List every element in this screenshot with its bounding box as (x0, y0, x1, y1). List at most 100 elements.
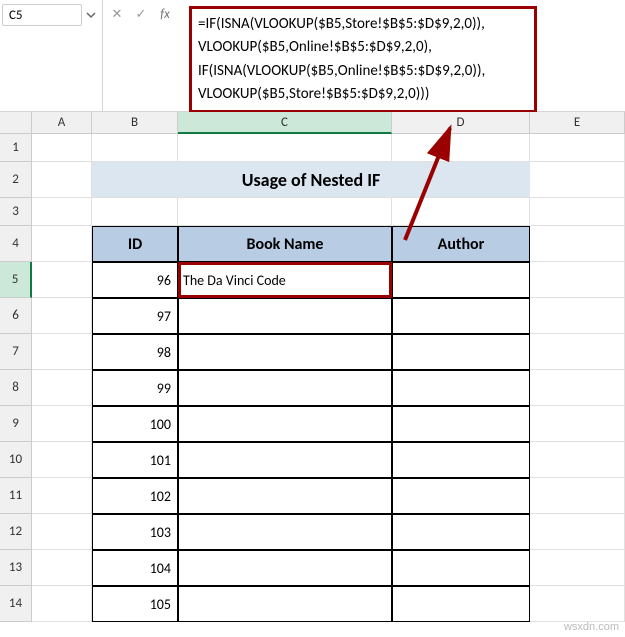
cell-A5[interactable] (32, 262, 92, 298)
cell-book-9[interactable] (178, 406, 392, 442)
cell-A1[interactable] (32, 134, 92, 162)
name-box-dropdown[interactable] (82, 10, 100, 20)
cell-C1[interactable] (178, 134, 392, 162)
col-header-B[interactable]: B (92, 112, 178, 134)
row-header-6[interactable]: 6 (0, 298, 32, 334)
cell-E2[interactable] (530, 162, 625, 198)
cell-B3[interactable] (92, 198, 178, 226)
cell-E4[interactable] (530, 226, 625, 262)
cell-id-7[interactable]: 98 (92, 334, 178, 370)
cell-A8[interactable] (32, 370, 92, 406)
row-header-1[interactable]: 1 (0, 134, 32, 162)
confirm-icon[interactable]: ✓ (133, 6, 149, 22)
row-header-8[interactable]: 8 (0, 370, 32, 406)
cell-author-11[interactable] (392, 478, 530, 514)
cell-id-8[interactable]: 99 (92, 370, 178, 406)
cell-author-10[interactable] (392, 442, 530, 478)
cell-A7[interactable] (32, 334, 92, 370)
cell-author-14[interactable] (392, 586, 530, 622)
cell-D1[interactable] (392, 134, 530, 162)
cell-book-12[interactable] (178, 514, 392, 550)
cell-id-9[interactable]: 100 (92, 406, 178, 442)
cell-id-10[interactable]: 101 (92, 442, 178, 478)
cell-book-8[interactable] (178, 370, 392, 406)
cell-id-14[interactable]: 105 (92, 586, 178, 622)
fx-button[interactable]: fx (157, 6, 173, 22)
row-header-12[interactable]: 12 (0, 514, 32, 550)
cell-D3[interactable] (392, 198, 530, 226)
cell-E12[interactable] (530, 514, 625, 550)
row-header-3[interactable]: 3 (0, 198, 32, 226)
cell-E6[interactable] (530, 298, 625, 334)
row-header-11[interactable]: 11 (0, 478, 32, 514)
cell-book-6[interactable] (178, 298, 392, 334)
cell-book-14[interactable] (178, 586, 392, 622)
formula-text-wrap: =IF(ISNA(VLOOKUP($B5,Store!$B$5:$D$9,2,0… (181, 0, 625, 111)
name-box-wrap: C5 (0, 0, 103, 111)
cell-id-12[interactable]: 103 (92, 514, 178, 550)
select-all-corner[interactable] (0, 112, 32, 134)
watermark: wsxdn.com (564, 621, 619, 633)
cell-author-5[interactable] (392, 262, 530, 298)
cell-A11[interactable] (32, 478, 92, 514)
col-header-D[interactable]: D (392, 112, 530, 134)
cell-author-9[interactable] (392, 406, 530, 442)
cell-id-5[interactable]: 96 (92, 262, 178, 298)
cell-E13[interactable] (530, 550, 625, 586)
cell-book-11[interactable] (178, 478, 392, 514)
row-header-9[interactable]: 9 (0, 406, 32, 442)
cell-author-12[interactable] (392, 514, 530, 550)
row-header-10[interactable]: 10 (0, 442, 32, 478)
cell-book-10[interactable] (178, 442, 392, 478)
row-header-2[interactable]: 2 (0, 162, 32, 198)
cell-A2[interactable] (32, 162, 92, 198)
row-header-14[interactable]: 14 (0, 586, 32, 622)
cell-E11[interactable] (530, 478, 625, 514)
cell-book-7[interactable] (178, 334, 392, 370)
row-header-7[interactable]: 7 (0, 334, 32, 370)
cancel-icon[interactable]: ✕ (109, 6, 125, 22)
cell-author-6[interactable] (392, 298, 530, 334)
cell-E14[interactable] (530, 586, 625, 622)
name-box-value: C5 (9, 8, 23, 23)
col-header-E[interactable]: E (530, 112, 625, 134)
row-headers: 1234567891011121314 (0, 134, 32, 622)
row-header-13[interactable]: 13 (0, 550, 32, 586)
cell-E3[interactable] (530, 198, 625, 226)
header-author: Author (392, 226, 530, 262)
cell-A3[interactable] (32, 198, 92, 226)
cell-E5[interactable] (530, 262, 625, 298)
cell-id-13[interactable]: 104 (92, 550, 178, 586)
cell-E7[interactable] (530, 334, 625, 370)
cell-C3[interactable] (178, 198, 392, 226)
col-header-C[interactable]: C (178, 112, 392, 134)
cell-B1[interactable] (92, 134, 178, 162)
col-header-A[interactable]: A (32, 112, 92, 134)
spreadsheet-grid: A B C D E 1234567891011121314 Usage of N… (0, 112, 625, 622)
cell-E8[interactable] (530, 370, 625, 406)
cell-A12[interactable] (32, 514, 92, 550)
cell-id-6[interactable]: 97 (92, 298, 178, 334)
row-header-4[interactable]: 4 (0, 226, 32, 262)
cell-author-13[interactable] (392, 550, 530, 586)
cell-author-7[interactable] (392, 334, 530, 370)
cell-A14[interactable] (32, 586, 92, 622)
cell-A10[interactable] (32, 442, 92, 478)
cell-A6[interactable] (32, 298, 92, 334)
cell-A4[interactable] (32, 226, 92, 262)
cell-E9[interactable] (530, 406, 625, 442)
cell-book-13[interactable] (178, 550, 392, 586)
cell-A13[interactable] (32, 550, 92, 586)
cell-E1[interactable] (530, 134, 625, 162)
formula-input[interactable]: =IF(ISNA(VLOOKUP($B5,Store!$B$5:$D$9,2,0… (189, 6, 537, 113)
cell-book-5[interactable]: The Da Vinci Code (178, 262, 392, 298)
chevron-down-icon (86, 10, 96, 20)
row-header-5[interactable]: 5 (0, 262, 32, 298)
name-box[interactable]: C5 (2, 4, 82, 26)
cell-author-8[interactable] (392, 370, 530, 406)
header-book: Book Name (178, 226, 392, 262)
cells-area: Usage of Nested IFIDBook NameAuthor96The… (32, 134, 625, 622)
cell-E10[interactable] (530, 442, 625, 478)
cell-id-11[interactable]: 102 (92, 478, 178, 514)
cell-A9[interactable] (32, 406, 92, 442)
